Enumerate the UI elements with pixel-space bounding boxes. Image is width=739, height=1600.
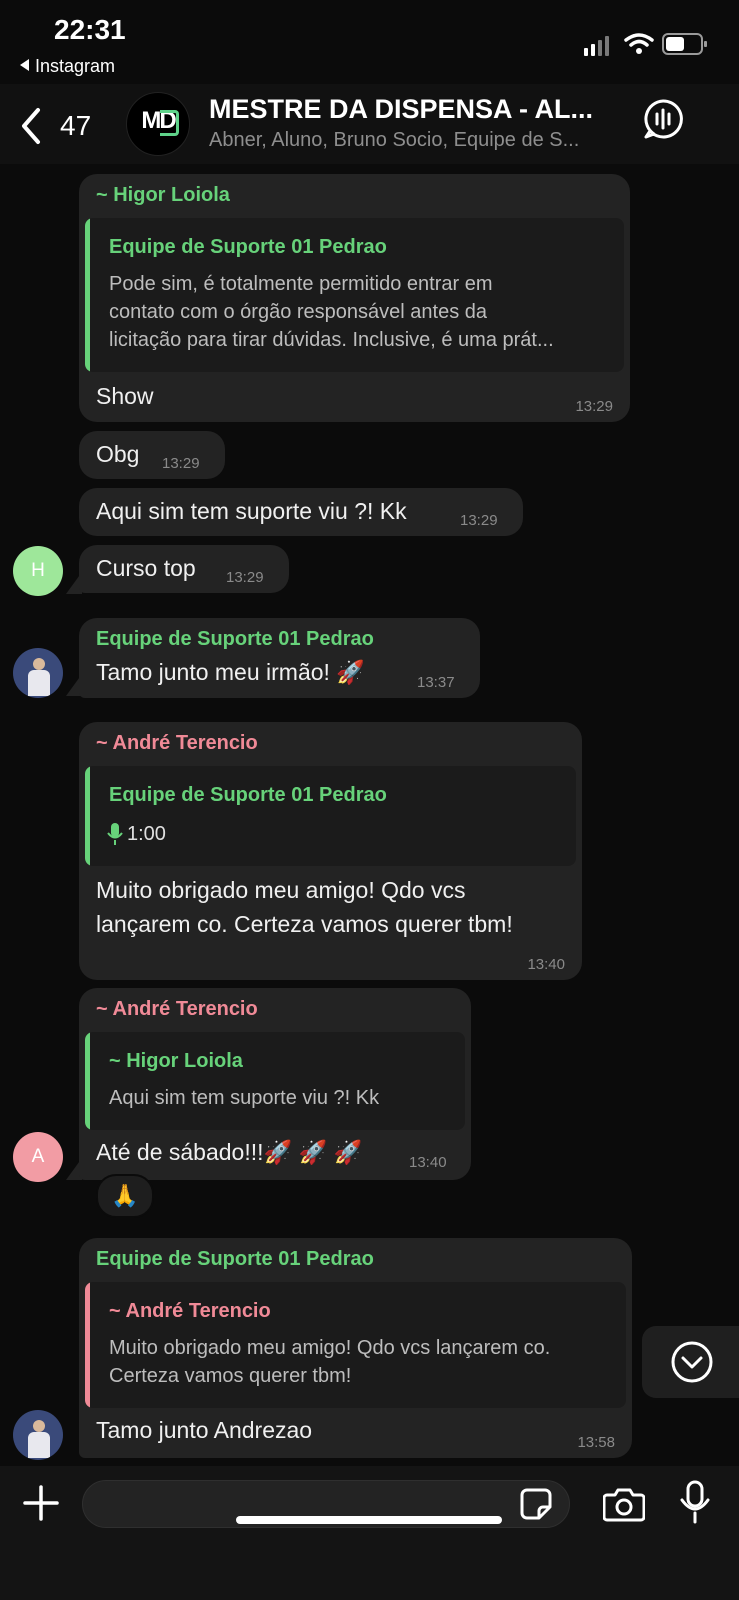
chat-title[interactable]: MESTRE DA DISPENSA - AL... (209, 94, 619, 125)
battery-icon (662, 33, 707, 55)
chat-participants[interactable]: Abner, Aluno, Bruno Socio, Equipe de S..… (209, 129, 619, 152)
chevron-down-circle-icon (671, 1341, 713, 1383)
message-text: Tamo junto meu irmão! 🚀 (96, 659, 365, 685)
sender-name: Equipe de Suporte 01 Pedrao (96, 1248, 374, 1270)
plus-icon[interactable] (22, 1484, 60, 1522)
quoted-text-line: licitação para tirar dúvidas. Inclusive,… (109, 329, 554, 351)
message-text: Até de sábado!!!🚀 🚀 🚀 (96, 1139, 363, 1165)
avatar[interactable]: H (13, 546, 63, 596)
message-text-line: Muito obrigado meu amigo! Qdo vcs (96, 877, 466, 903)
status-time: 22:31 (54, 14, 126, 45)
camera-icon[interactable] (603, 1486, 645, 1522)
message-text: Curso top (96, 555, 196, 581)
avatar[interactable] (13, 648, 63, 698)
microphone-icon (107, 823, 123, 845)
quoted-text-line: Aqui sim tem suporte viu ?! Kk (109, 1087, 380, 1109)
message-time: 13:40 (409, 1154, 447, 1171)
message-bubble[interactable]: Curso top 13:29 (79, 545, 289, 593)
unread-count: 47 (60, 110, 92, 141)
message-bubble[interactable]: Equipe de Suporte 01 Pedrao ~ André Tere… (79, 1238, 632, 1458)
avatar[interactable] (13, 1410, 63, 1460)
message-bubble[interactable]: ~ Higor Loiola Equipe de Suporte 01 Pedr… (79, 174, 630, 422)
quoted-text-line: contato com o órgão responsável antes da (109, 301, 488, 323)
sender-name: ~ Higor Loiola (96, 184, 230, 206)
quoted-sender: ~ Higor Loiola (109, 1050, 243, 1072)
sender-name: ~ André Terencio (96, 732, 258, 754)
message-text: Show (96, 383, 154, 409)
message-bubble[interactable]: ~ André Terencio Equipe de Suporte 01 Pe… (79, 722, 582, 980)
microphone-icon[interactable] (680, 1480, 710, 1524)
back-to-app-link[interactable]: Instagram (20, 56, 115, 77)
sticker-icon[interactable] (519, 1487, 553, 1521)
scroll-to-bottom-button[interactable] (642, 1326, 739, 1398)
message-time: 13:29 (226, 569, 264, 586)
message-time: 13:29 (460, 512, 498, 529)
quoted-text-line: Muito obrigado meu amigo! Qdo vcs lançar… (109, 1337, 551, 1359)
back-triangle-icon (20, 59, 29, 71)
voice-call-icon[interactable] (642, 98, 684, 140)
message-time: 13:40 (527, 956, 565, 973)
quoted-text-line: Certeza vamos querer tbm! (109, 1365, 352, 1387)
message-time: 13:37 (417, 674, 455, 691)
message-text: Aqui sim tem suporte viu ?! Kk (96, 498, 407, 524)
group-logo: MD (141, 107, 176, 134)
reaction-badge[interactable]: 🙏 (96, 1174, 154, 1218)
message-time: 13:29 (575, 398, 613, 415)
audio-duration: 1:00 (127, 823, 166, 845)
back-app-label: Instagram (35, 56, 116, 76)
avatar[interactable]: A (13, 1132, 63, 1182)
message-time: 13:29 (162, 455, 200, 472)
quoted-message[interactable]: Equipe de Suporte 01 Pedrao 1:00 (85, 766, 576, 866)
quoted-message[interactable]: ~ Higor Loiola Aqui sim tem suporte viu … (85, 1032, 465, 1130)
message-text: Tamo junto Andrezao (96, 1417, 313, 1443)
sender-name: Equipe de Suporte 01 Pedrao (96, 628, 374, 650)
back-button[interactable]: 47 (18, 104, 98, 144)
message-time: 13:58 (577, 1434, 615, 1451)
message-text-line: lançarem co. Certeza vamos querer tbm! (96, 911, 513, 937)
sender-name: ~ André Terencio (96, 998, 258, 1020)
quoted-sender: ~ André Terencio (109, 1300, 271, 1322)
quoted-message[interactable]: Equipe de Suporte 01 Pedrao Pode sim, é … (85, 218, 624, 372)
message-bubble[interactable]: Equipe de Suporte 01 Pedrao Tamo junto m… (79, 618, 480, 698)
chevron-left-icon (22, 108, 40, 144)
message-bubble[interactable]: ~ André Terencio ~ Higor Loiola Aqui sim… (79, 988, 471, 1180)
quoted-sender: Equipe de Suporte 01 Pedrao (109, 784, 387, 806)
signal-icon (584, 34, 614, 56)
quoted-sender: Equipe de Suporte 01 Pedrao (109, 236, 387, 258)
message-text: Obg (96, 441, 140, 467)
reaction-emoji: 🙏 (111, 1183, 139, 1208)
wifi-icon (624, 33, 654, 54)
message-bubble[interactable]: Obg 13:29 (79, 431, 225, 479)
message-bubble[interactable]: Aqui sim tem suporte viu ?! Kk 13:29 (79, 488, 523, 536)
group-avatar[interactable]: MD (126, 92, 190, 156)
quoted-message[interactable]: ~ André Terencio Muito obrigado meu amig… (85, 1282, 626, 1408)
quoted-text-line: Pode sim, é totalmente permitido entrar … (109, 273, 493, 295)
chat-header: 47 MD MESTRE DA DISPENSA - AL... Abner, … (0, 84, 739, 164)
home-indicator (236, 1516, 502, 1524)
message-input-bar (0, 1466, 739, 1600)
